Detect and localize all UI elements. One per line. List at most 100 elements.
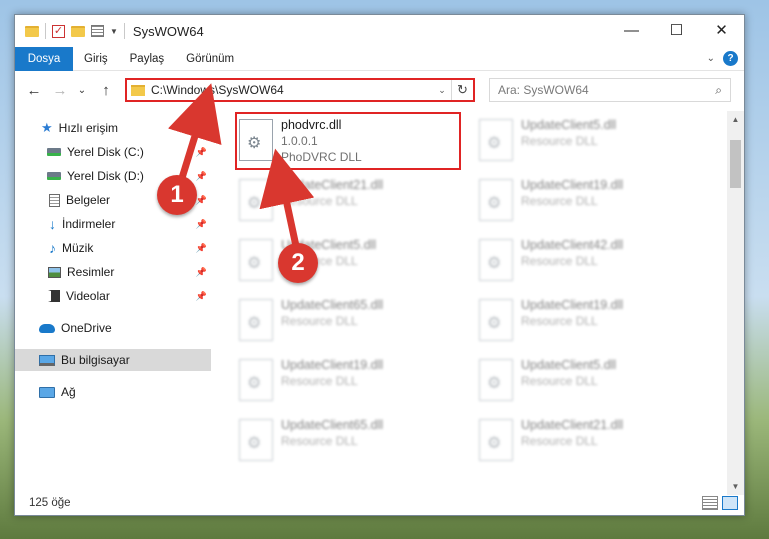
sidebar-item-label: Müzik (62, 241, 94, 255)
pin-icon: 📌 (195, 194, 207, 205)
address-dropdown-icon[interactable]: ⌄ (433, 85, 451, 96)
details-view-icon[interactable] (702, 496, 718, 510)
customize-dropdown-icon[interactable]: ▼ (110, 27, 118, 36)
refresh-button[interactable]: ↻ (451, 80, 473, 100)
sidebar-item-label: Hızlı erişim (58, 121, 118, 135)
sidebar-item-label: OneDrive (61, 321, 112, 335)
music-icon: ♪ (49, 240, 56, 256)
up-button[interactable]: ↑ (95, 79, 117, 101)
file-tile[interactable]: UpdateClient21.dll Resource DLL (239, 175, 461, 227)
file-list: phodvrc.dll 1.0.0.1 PhoDVRC DLL UpdateCl… (225, 115, 725, 495)
scroll-up-icon[interactable]: ▲ (727, 111, 744, 128)
file-description: Resource DLL (521, 194, 598, 208)
file-tile[interactable]: UpdateClient19.dll Resource DLL (479, 295, 701, 347)
file-description: Resource DLL (281, 374, 358, 388)
file-tile[interactable]: UpdateClient5.dllResource DLL (479, 115, 701, 167)
pin-icon: 📌 (195, 218, 207, 229)
dll-file-icon (239, 299, 273, 341)
vertical-scrollbar[interactable]: ▲ ▼ (727, 111, 744, 495)
disk-icon (47, 148, 61, 156)
file-tile[interactable]: UpdateClient42.dll Resource DLL (479, 235, 701, 287)
new-folder-icon[interactable] (71, 25, 85, 37)
search-box[interactable]: Ara: SysWOW64 ⌕ (489, 78, 731, 102)
title-bar: ✓ ▼ SysWOW64 — ☐ ✕ (15, 15, 744, 47)
callout-step-1: 1 (157, 175, 197, 215)
disk-icon (47, 172, 61, 180)
pictures-icon (48, 266, 61, 278)
sidebar-item-music[interactable]: ♪ Müzik 📌 (15, 237, 211, 259)
scroll-thumb[interactable] (730, 140, 741, 188)
address-bar[interactable]: C:\Windows\SysWOW64 ⌄ ↻ (125, 78, 475, 102)
status-bar: 125 öğe (15, 491, 744, 515)
search-icon[interactable]: ⌕ (715, 83, 722, 98)
pin-icon: 📌 (195, 242, 207, 253)
ribbon-tabs: Dosya Giriş Paylaş Görünüm ⌄ ? (15, 46, 744, 71)
file-name: UpdateClient65.dll (281, 418, 384, 432)
dll-file-icon (239, 179, 273, 221)
file-tile[interactable]: UpdateClient65.dll Resource DLL (239, 415, 461, 467)
sidebar-item-downloads[interactable]: ↓ İndirmeler 📌 (15, 213, 211, 235)
sidebar-item-local-disk-c[interactable]: Yerel Disk (C:) 📌 (15, 141, 211, 163)
network-icon (39, 386, 55, 398)
file-name: UpdateClient21.dll (281, 178, 384, 192)
close-button[interactable]: ✕ (699, 15, 744, 45)
documents-icon (49, 193, 60, 207)
address-path[interactable]: C:\Windows\SysWOW64 (151, 83, 433, 97)
tab-share[interactable]: Paylaş (119, 47, 176, 71)
sidebar-item-label: Ağ (61, 385, 76, 399)
sidebar-item-quick-access[interactable]: ★ Hızlı erişim (15, 117, 211, 139)
file-description: Resource DLL (521, 434, 598, 448)
expand-ribbon-icon[interactable]: ⌄ (707, 53, 715, 64)
recent-locations-icon[interactable]: ⌄ (71, 79, 93, 101)
onedrive-icon (39, 323, 55, 333)
sidebar-item-this-pc[interactable]: Bu bilgisayar (15, 349, 211, 371)
sidebar-item-label: Videolar (66, 289, 110, 303)
file-tile[interactable]: UpdateClient5.dllResource DLL (239, 235, 461, 287)
file-tile[interactable]: UpdateClient19.dll Resource DLL (479, 175, 701, 227)
back-button[interactable]: ← (23, 79, 45, 101)
callout-step-2: 2 (278, 243, 318, 283)
dll-file-icon (479, 119, 513, 161)
sidebar-item-label: Belgeler (66, 193, 111, 207)
sidebar-item-onedrive[interactable]: OneDrive (15, 317, 211, 339)
quick-access-toolbar: ✓ ▼ (15, 23, 125, 39)
dll-file-icon (479, 239, 513, 281)
window-title: SysWOW64 (132, 23, 204, 39)
maximize-button[interactable]: ☐ (654, 15, 699, 45)
properties-icon[interactable] (91, 25, 104, 37)
file-tile[interactable]: UpdateClient65.dll Resource DLL (239, 295, 461, 347)
dll-file-icon (239, 359, 273, 401)
file-tile[interactable]: UpdateClient5.dllResource DLL (479, 355, 701, 407)
file-description: Resource DLL (521, 314, 598, 328)
dll-file-icon (239, 239, 273, 281)
file-tile[interactable]: UpdateClient19.dll Resource DLL (239, 355, 461, 407)
file-description: Resource DLL (281, 194, 358, 208)
sidebar-item-label: Bu bilgisayar (61, 353, 130, 367)
sidebar-item-videos[interactable]: Videolar 📌 (15, 285, 211, 307)
forward-button[interactable]: → (49, 79, 71, 101)
sidebar-item-label: Yerel Disk (D:) (67, 169, 144, 183)
downloads-icon: ↓ (49, 216, 56, 232)
pin-icon: 📌 (195, 146, 207, 157)
file-name: UpdateClient42.dll (521, 238, 624, 252)
dll-file-icon (479, 359, 513, 401)
navigation-pane: ★ Hızlı erişim Yerel Disk (C:) 📌 Yerel D… (15, 115, 211, 495)
properties-check-icon[interactable]: ✓ (52, 24, 65, 38)
navigation-bar: ← → ⌄ ↑ C:\Windows\SysWOW64 ⌄ ↻ Ara: Sys… (15, 75, 744, 105)
sidebar-item-pictures[interactable]: Resimler 📌 (15, 261, 211, 283)
file-name: UpdateClient65.dll (281, 298, 384, 312)
sidebar-item-label: Resimler (67, 265, 115, 279)
file-highlight-box (235, 112, 461, 170)
tab-file[interactable]: Dosya (15, 46, 73, 71)
minimize-button[interactable]: — (609, 15, 654, 45)
tab-home[interactable]: Giriş (73, 47, 119, 71)
explorer-window: ✓ ▼ SysWOW64 — ☐ ✕ Dosya Giriş Paylaş Gö… (14, 14, 745, 516)
file-description: Resource DLL (521, 374, 598, 388)
help-icon[interactable]: ? (723, 51, 738, 66)
tab-view[interactable]: Görünüm (175, 47, 245, 71)
sidebar-item-label: Yerel Disk (C:) (67, 145, 144, 159)
sidebar-item-network[interactable]: Ağ (15, 381, 211, 403)
file-tile[interactable]: UpdateClient21.dll Resource DLL (479, 415, 701, 467)
large-icons-view-icon[interactable] (722, 496, 738, 510)
pin-icon: 📌 (195, 266, 207, 277)
